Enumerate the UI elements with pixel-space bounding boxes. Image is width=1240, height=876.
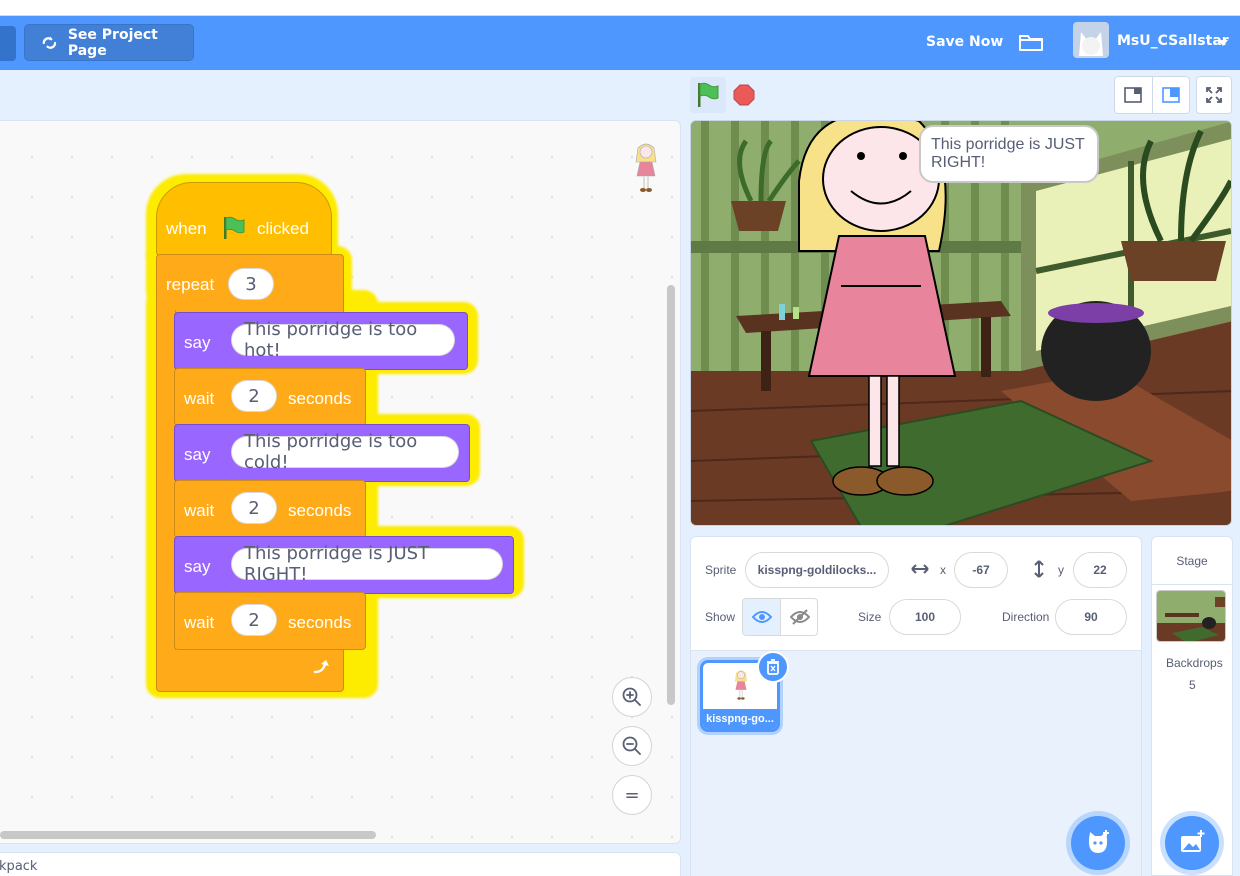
repeat-label: repeat [166,275,215,294]
choose-backdrop-button[interactable] [1165,816,1219,870]
x-arrows-icon [911,564,929,574]
zoom-out-button[interactable] [612,726,652,766]
show-visible-button[interactable] [743,599,781,635]
choose-backdrop-icon [1181,830,1205,852]
zoom-out-icon [622,736,641,755]
choose-sprite-icon [1088,830,1109,853]
wait-seconds-input[interactable]: 2 [231,380,277,412]
trash-icon [767,659,779,675]
choose-sprite-button[interactable] [1071,816,1125,870]
sprite-thumbnail [734,670,748,700]
delete-sprite-button[interactable] [757,651,789,683]
wait-label: wait [184,613,215,632]
direction-input[interactable]: 90 [1055,599,1127,635]
eye-off-icon[interactable] [790,609,810,625]
backdrops-label: Backdrops [1166,656,1223,670]
y-position-input[interactable]: 22 [1073,552,1127,588]
repeat-block-arm [156,310,176,654]
save-now-button[interactable]: Save Now [926,34,1003,50]
avatar[interactable] [1073,22,1109,58]
clicked-label: clicked [257,219,309,238]
chevron-down-icon[interactable] [1218,40,1228,46]
x-label: x [940,563,946,577]
sprite-tile-name: kisspng-go... [703,709,777,729]
horizontal-scrollbar[interactable] [0,831,376,839]
backdrop-thumbnail [1156,590,1226,642]
speech-bubble: This porridge is JUST RIGHT! [919,125,1099,183]
wait-label: wait [184,389,215,408]
green-flag-button[interactable] [690,77,726,113]
zoom-reset-icon: = [624,784,640,806]
seconds-label: seconds [288,389,352,408]
eye-icon [752,611,772,623]
zoom-in-icon [622,687,641,706]
size-input[interactable]: 100 [889,599,961,635]
normal-stage-icon[interactable] [1162,87,1180,103]
stage-canvas[interactable]: This porridge is JUST RIGHT! [690,120,1232,526]
wait-label: wait [184,501,215,520]
say-text-input[interactable]: This porridge is too hot! [231,319,455,361]
stage-panel-title: Stage [1152,537,1232,585]
y-label: y [1058,563,1064,577]
when-label: when [166,219,207,238]
green-flag-icon [698,82,719,107]
browser-top-strip [0,0,1240,16]
say-label: say [184,333,211,352]
wait-seconds-input[interactable]: 2 [231,492,277,524]
see-project-page-button[interactable]: See Project Page [24,24,194,61]
backpack[interactable]: Backpack [0,852,681,876]
sprite-preview-icon [635,143,657,192]
seconds-label: seconds [288,501,352,520]
wait-seconds-input[interactable]: 2 [231,604,277,636]
when-flag-clicked-block[interactable]: when clicked [156,182,332,256]
say-label: say [184,445,211,464]
sprite-label: Sprite [705,563,737,577]
say-text-input[interactable]: This porridge is JUST RIGHT! [231,543,503,585]
share-button-edge[interactable] [0,26,16,61]
turn-arrow-icon [313,660,329,674]
direction-label: Direction [1002,610,1050,624]
see-project-page-label: See Project Page [67,26,158,59]
username[interactable]: MsU_CSallstar [1117,33,1229,49]
backdrops-count: 5 [1189,678,1196,692]
vertical-scrollbar[interactable] [667,285,675,705]
seconds-label: seconds [288,613,352,632]
fullscreen-icon [1206,87,1222,103]
stage-size-toggle [1114,76,1190,114]
small-stage-icon[interactable] [1124,87,1142,103]
green-flag-icon [224,216,245,239]
sprite-name-input[interactable]: kisspng-goldilocks... [745,552,889,588]
zoom-in-button[interactable] [612,677,652,717]
backpack-label: Backpack [0,859,38,874]
show-toggle [742,598,818,636]
say-text-input[interactable]: This porridge is too cold! [231,431,459,473]
folder-icon[interactable] [1018,31,1044,53]
repeat-block-footer [156,650,344,692]
project-page-icon [42,35,57,49]
divider [1152,77,1153,113]
y-arrows-icon [1034,560,1044,578]
stop-icon[interactable] [733,84,755,106]
zoom-reset-button[interactable]: = [612,775,652,815]
menu-bar: See Project Page Save Now MsU_CSallstar [0,16,1240,70]
show-label: Show [705,610,736,624]
repeat-count-input[interactable]: 3 [228,268,274,300]
size-label: Size [858,610,882,624]
x-position-input[interactable]: -67 [954,552,1008,588]
say-label: say [184,557,211,576]
fullscreen-button[interactable] [1196,76,1232,114]
